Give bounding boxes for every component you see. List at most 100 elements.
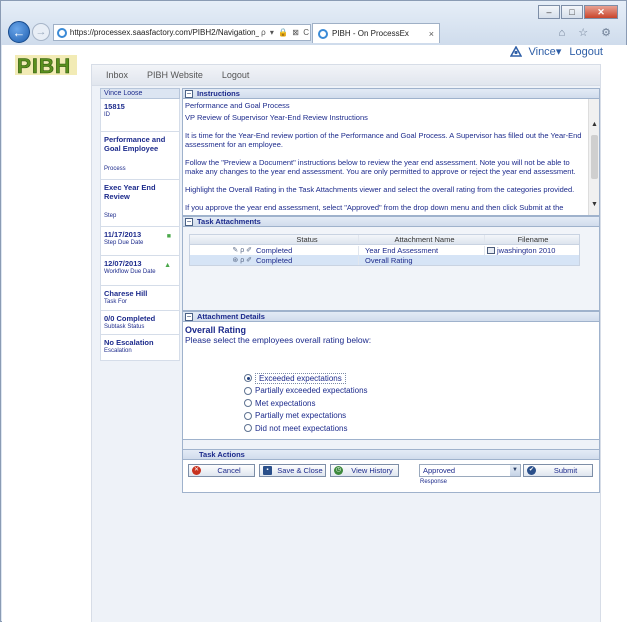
status-green-square-icon: ■ <box>166 233 171 240</box>
info-value: Exec Year End Review <box>104 183 156 201</box>
ie-icon <box>57 27 67 38</box>
info-step-due: 11/17/2013 Step Due Date ■ <box>100 227 180 256</box>
rating-option-label[interactable]: Partially met expectations <box>255 411 346 420</box>
info-process: Performance and Goal Employee Process <box>100 132 180 180</box>
url-text[interactable]: https://processex.saasfactory.com/PIBH2/… <box>70 28 259 37</box>
rating-option[interactable]: Exceeded expectations <box>244 372 597 385</box>
rating-option[interactable]: Partially exceeded expectations <box>244 385 597 398</box>
info-value: No Escalation <box>104 338 154 347</box>
table-row[interactable]: ⊛ ρ ✐ Completed Overall Rating <box>190 255 579 265</box>
nav-logout[interactable]: Logout <box>222 70 250 80</box>
user-menu[interactable]: Vince <box>528 46 555 58</box>
row-attachment-name[interactable]: Year End Assessment <box>358 245 484 255</box>
column-header-filename[interactable]: Filename <box>484 235 579 244</box>
status-green-triangle-icon: ▲ <box>164 262 171 269</box>
logout-link[interactable]: Logout <box>569 46 603 58</box>
row-action-icons[interactable]: ⊛ ρ ✐ <box>190 256 256 264</box>
minimize-button[interactable]: – <box>538 5 560 19</box>
info-label: Step <box>104 213 117 219</box>
section-spacer <box>182 440 600 449</box>
tab-close-icon[interactable]: × <box>429 29 434 39</box>
instructions-paragraph: VP Review of Supervisor Year-End Review … <box>185 113 368 122</box>
back-button[interactable]: ← <box>8 21 30 43</box>
section-title: Task Actions <box>199 450 245 459</box>
button-label: View History <box>351 466 393 475</box>
rating-option-label[interactable]: Exceeded expectations <box>255 372 346 384</box>
rating-option-label[interactable]: Partially exceeded expectations <box>255 386 368 395</box>
instructions-paragraph: Follow the "Preview a Document" instruct… <box>185 158 576 176</box>
cancel-button[interactable]: ✕ Cancel <box>188 464 255 477</box>
attachment-details-panel: Overall Rating Please select the employe… <box>182 322 600 440</box>
info-value: 0/0 Completed <box>104 314 156 323</box>
view-history-button[interactable]: ◷ View History <box>330 464 399 477</box>
file-icon <box>487 247 495 255</box>
info-label: ID <box>104 112 110 118</box>
radio-button[interactable] <box>244 411 252 420</box>
info-value: 11/17/2013 <box>104 230 142 239</box>
info-label: Escalation <box>104 348 132 354</box>
tab-title[interactable]: PIBH - On ProcessEx <box>332 29 429 38</box>
column-header-attachment-name[interactable]: Attachment Name <box>358 235 484 244</box>
user-icon <box>510 46 523 57</box>
info-label: Subtask Status <box>104 324 145 330</box>
row-action-icons[interactable]: ✎ ρ ✐ <box>190 246 256 254</box>
instructions-paragraph: If you approve the year end assessment, … <box>185 203 564 212</box>
close-window-button[interactable]: ✕ <box>584 5 618 19</box>
address-bar-icons[interactable]: ρ ▾ 🔒 ⊠ C <box>261 28 310 37</box>
row-filename[interactable]: jwashington 2010 <box>484 245 579 255</box>
rating-option-label[interactable]: Met expectations <box>255 399 315 408</box>
radio-button[interactable] <box>244 399 252 408</box>
response-label: Response <box>420 479 448 485</box>
info-label: Step Due Date <box>104 240 144 246</box>
instructions-header: − Instructions <box>182 88 600 99</box>
attachments-panel: Status Attachment Name Filename ✎ ρ ✐ Co… <box>182 227 600 311</box>
scroll-up-icon[interactable]: ▲ <box>589 121 599 132</box>
browser-window: – □ ✕ ← → https://processex.saasfactory.… <box>0 0 627 622</box>
response-select[interactable]: Approved ▼ <box>419 464 521 477</box>
svg-text:PIBH: PIBH <box>17 55 71 77</box>
collapse-icon[interactable]: − <box>185 89 193 98</box>
scroll-down-icon[interactable]: ▼ <box>589 201 599 212</box>
tab-pibh[interactable]: PIBH - On ProcessEx × <box>312 23 440 43</box>
instructions-scrollbar[interactable]: ▲ ▼ <box>588 99 599 215</box>
history-icon: ◷ <box>334 466 343 475</box>
address-bar[interactable]: https://processex.saasfactory.com/PIBH2/… <box>53 24 311 41</box>
table-row[interactable]: ✎ ρ ✐ Completed Year End Assessment jwas… <box>190 245 579 255</box>
button-label: Cancel <box>217 466 241 475</box>
rating-option[interactable]: Partially met expectations <box>244 410 597 423</box>
chevron-down-icon[interactable]: ▾ <box>556 45 562 58</box>
rating-option-label[interactable]: Did not meet expectations <box>255 424 348 433</box>
rating-option[interactable]: Met expectations <box>244 397 597 410</box>
restore-button[interactable]: □ <box>561 5 583 19</box>
collapse-icon[interactable]: − <box>185 217 193 226</box>
browser-toolbar-icons[interactable]: ⌂ ☆ ⚙ <box>559 26 616 39</box>
column-header-status[interactable]: Status <box>256 235 358 244</box>
nav-inbox[interactable]: Inbox <box>106 70 128 80</box>
checkmark-icon: ✔ <box>527 466 536 475</box>
forward-button[interactable]: → <box>32 23 50 41</box>
row-status: Completed <box>256 245 293 255</box>
save-icon: ▪ <box>263 466 272 475</box>
chevron-down-icon[interactable]: ▼ <box>510 465 520 476</box>
scrollbar-thumb[interactable] <box>591 135 598 179</box>
rating-option[interactable]: Did not meet expectations <box>244 422 597 435</box>
collapse-icon[interactable]: − <box>185 312 193 321</box>
instructions-panel: Performance and Goal Process VP Review o… <box>182 99 600 216</box>
radio-button[interactable] <box>244 424 252 433</box>
save-close-button[interactable]: ▪ Save & Close <box>259 464 326 477</box>
page: PIBH Vince ▾ Logout Inbox PIBH Website L… <box>2 45 627 622</box>
nav-pibh-website[interactable]: PIBH Website <box>147 70 203 80</box>
radio-button[interactable] <box>244 374 252 383</box>
submit-button[interactable]: ✔ Submit <box>523 464 593 477</box>
attachments-table: Status Attachment Name Filename ✎ ρ ✐ Co… <box>189 234 580 266</box>
title-bar: – □ ✕ ← → https://processex.saasfactory.… <box>1 1 626 45</box>
ie-icon <box>318 28 328 39</box>
radio-button[interactable] <box>244 386 252 395</box>
response-value[interactable]: Approved <box>423 466 455 475</box>
attachment-details-header: − Attachment Details <box>182 311 600 322</box>
main-content: Vince Loose 15815 ID Performance and Goa… <box>91 86 601 622</box>
row-attachment-name[interactable]: Overall Rating <box>358 255 484 265</box>
filename-text[interactable]: jwashington 2010 <box>497 246 555 255</box>
instructions-paragraph: Performance and Goal Process <box>185 101 290 110</box>
info-step: Exec Year End Review Step <box>100 180 180 227</box>
